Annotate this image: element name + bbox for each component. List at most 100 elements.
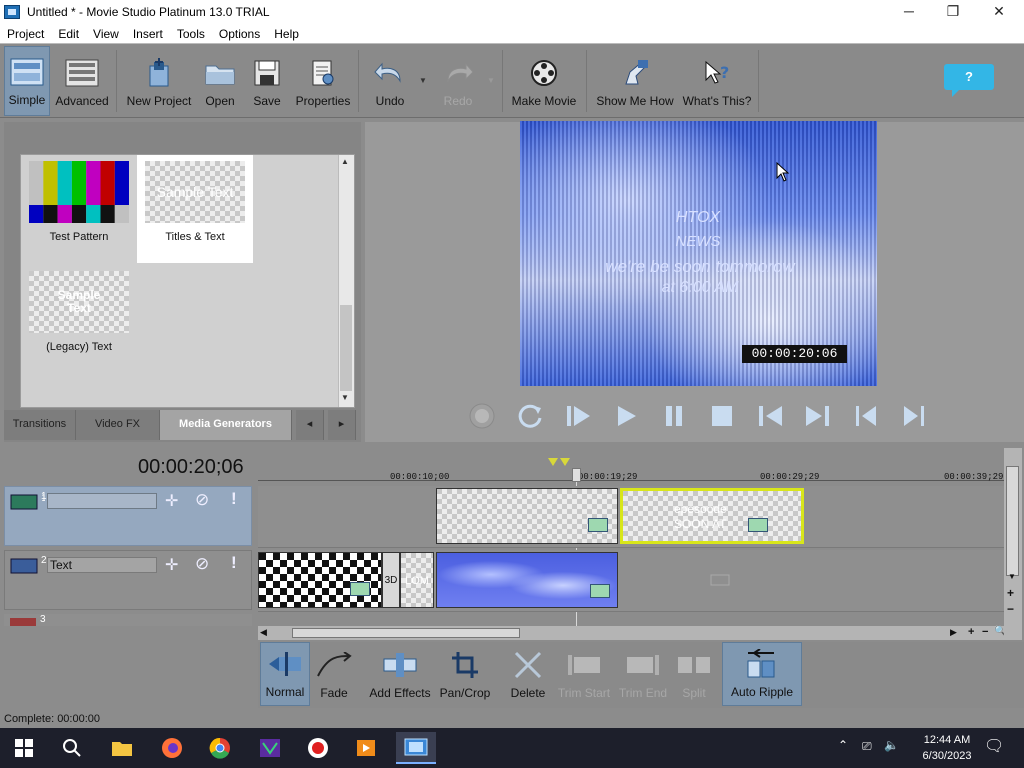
video-clip[interactable]	[436, 488, 618, 544]
clip-fx-icon[interactable]	[748, 518, 768, 532]
playhead-handle[interactable]	[572, 468, 581, 482]
trim-start-button[interactable]: Trim Start	[556, 642, 612, 706]
scroll-up-icon[interactable]: ▲	[341, 157, 349, 166]
tab-media-generators[interactable]: Media Generators	[160, 410, 292, 440]
generator-titles-text[interactable]: Sample Text Titles & Text	[137, 155, 253, 263]
track-header-3[interactable]: 3	[4, 614, 252, 626]
clip-fx-icon[interactable]	[350, 582, 370, 596]
scroll-left-icon[interactable]: ◀	[260, 627, 267, 638]
new-project-button[interactable]: New Project	[124, 46, 194, 116]
timeline-ruler[interactable]: 00:00:10;00 00:00:19;29 00:00:29;29 00:0…	[258, 462, 1004, 486]
track-motion-icon[interactable]: ✛	[165, 555, 178, 575]
go-to-start-button[interactable]	[850, 400, 882, 432]
loop-region-marker-icon[interactable]	[548, 458, 570, 468]
network-icon[interactable]: ⎚	[862, 739, 872, 754]
split-button[interactable]: Split	[672, 642, 716, 706]
tab-transitions[interactable]: Transitions	[4, 410, 76, 440]
file-explorer-icon[interactable]	[102, 732, 142, 764]
menu-view[interactable]: View	[86, 27, 126, 41]
scroll-thumb[interactable]	[1006, 466, 1019, 576]
transition-3d[interactable]: 3D	[382, 552, 400, 608]
whats-this-button[interactable]: ? What's This?	[682, 46, 752, 116]
redo-dropdown-icon[interactable]: ▼	[487, 76, 495, 85]
track-name[interactable]: Text	[47, 557, 157, 573]
maximize-button[interactable]: ❐	[930, 0, 976, 24]
generator-test-pattern[interactable]: Test Pattern	[21, 155, 137, 263]
clip-fx-icon[interactable]	[590, 584, 610, 598]
firefox-icon[interactable]	[152, 732, 192, 764]
play-button[interactable]	[610, 400, 642, 432]
zoom-out-track-icon[interactable]: −	[1007, 602, 1014, 616]
properties-button[interactable]: Properties	[294, 46, 352, 116]
make-movie-button[interactable]: Make Movie	[510, 46, 578, 116]
mute-icon[interactable]: ⊘	[195, 554, 209, 574]
fade-button[interactable]: Fade	[314, 642, 354, 706]
search-icon[interactable]	[52, 732, 92, 764]
chrome-icon[interactable]	[200, 732, 240, 764]
menu-insert[interactable]: Insert	[126, 27, 170, 41]
simple-view-button[interactable]: Simple	[4, 46, 50, 116]
checkerboard-clip[interactable]	[258, 552, 382, 608]
show-me-how-button[interactable]: Show Me How	[594, 46, 676, 116]
generator-legacy-text[interactable]: Sample Text (Legacy) Text	[21, 265, 137, 373]
undo-button[interactable]: Undo	[368, 46, 412, 116]
track-header-2[interactable]: 2 Text ✛ ⊘ !	[4, 550, 252, 610]
zoom-out-icon[interactable]: −	[982, 626, 988, 638]
sky-video-clip[interactable]	[436, 552, 618, 608]
minimize-button[interactable]: ─	[886, 0, 932, 24]
open-button[interactable]: Open	[200, 46, 240, 116]
lom-clip[interactable]: LOM	[400, 552, 434, 608]
track-name[interactable]	[47, 493, 157, 509]
delete-button[interactable]: Delete	[508, 642, 548, 706]
mute-icon[interactable]: ⊘	[195, 490, 209, 510]
auto-ripple-button[interactable]: Auto Ripple	[722, 642, 802, 706]
solo-icon[interactable]: !	[231, 553, 237, 573]
undo-dropdown-icon[interactable]: ▼	[419, 76, 427, 85]
previous-frame-button[interactable]	[754, 400, 786, 432]
go-to-end-button[interactable]	[898, 400, 930, 432]
app-taskbar-icon[interactable]	[250, 732, 290, 764]
movie-studio-taskbar-icon[interactable]	[396, 732, 436, 764]
save-button[interactable]: Save	[248, 46, 286, 116]
timeline-vertical-scrollbar[interactable]: ▼ + −	[1004, 448, 1022, 640]
track-lane-2[interactable]: 3D LOM	[258, 550, 1004, 612]
trim-end-button[interactable]: Trim End	[616, 642, 670, 706]
notification-icon[interactable]: 🗨	[984, 736, 1004, 756]
tray-chevron-icon[interactable]: ⌃	[838, 738, 848, 752]
media-scrollbar[interactable]: ▲ ▼	[338, 155, 354, 407]
screen-recorder-icon[interactable]	[298, 732, 338, 764]
timeline-horizontal-scrollbar[interactable]: ◀ ▶ + − 🔍	[258, 626, 1006, 640]
next-frame-button[interactable]	[802, 400, 834, 432]
solo-icon[interactable]: !	[231, 489, 237, 509]
loop-button[interactable]	[514, 400, 546, 432]
menu-help[interactable]: Help	[267, 27, 306, 41]
tab-next-button[interactable]: ▸	[328, 410, 356, 440]
taskbar-clock[interactable]: 12:44 AM 6/30/2023	[912, 732, 982, 764]
record-button[interactable]	[466, 400, 498, 432]
menu-options[interactable]: Options	[212, 27, 267, 41]
advanced-view-button[interactable]: Advanced	[54, 46, 110, 116]
zoom-in-icon[interactable]: +	[968, 626, 974, 638]
menu-tools[interactable]: Tools	[170, 27, 212, 41]
clip-fx-icon[interactable]	[588, 518, 608, 532]
scroll-down-icon[interactable]: ▼	[1008, 572, 1016, 581]
track-lane-1[interactable]: epesoode SOON AT	[258, 486, 1004, 548]
menu-edit[interactable]: Edit	[51, 27, 86, 41]
menu-project[interactable]: Project	[0, 27, 51, 41]
media-player-icon[interactable]	[346, 732, 386, 764]
tab-video-fx[interactable]: Video FX	[76, 410, 160, 440]
pause-button[interactable]	[658, 400, 690, 432]
scroll-thumb[interactable]	[340, 305, 352, 391]
pan-crop-button[interactable]: Pan/Crop	[438, 642, 492, 706]
volume-icon[interactable]: 🔈	[884, 738, 899, 752]
redo-button[interactable]: Redo	[436, 46, 480, 116]
scroll-right-icon[interactable]: ▶	[950, 627, 957, 638]
tab-prev-button[interactable]: ◂	[296, 410, 324, 440]
scroll-thumb[interactable]	[292, 628, 520, 638]
stop-button[interactable]	[706, 400, 738, 432]
help-button[interactable]: ?	[944, 64, 994, 97]
track-motion-icon[interactable]: ✛	[165, 491, 178, 511]
track-header-1[interactable]: 1 1 ✛ ⊘ !	[4, 486, 252, 546]
zoom-in-track-icon[interactable]: +	[1007, 586, 1014, 600]
play-from-start-button[interactable]	[562, 400, 594, 432]
